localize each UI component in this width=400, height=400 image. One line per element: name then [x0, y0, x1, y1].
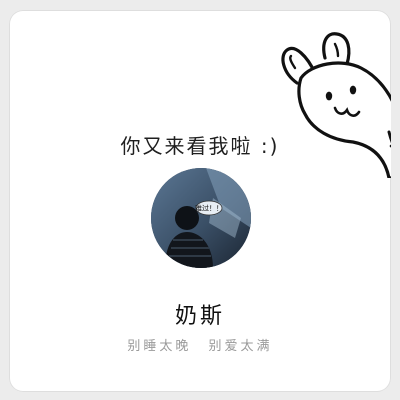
- profile-name: 奶斯: [174, 304, 225, 329]
- page-background: 你又来看我啦 :) 难过！！ 奶斯 别睡太晚 别爱太满: [0, 0, 400, 400]
- avatar-photo: 难过！！: [151, 168, 251, 268]
- avatar[interactable]: 难过！！: [151, 168, 251, 268]
- avatar-bubble-text: 难过！！: [195, 204, 223, 213]
- greeting-text: 你又来看我啦 :): [120, 134, 280, 158]
- profile-motto: 别睡太晚 别爱太满: [127, 339, 273, 354]
- profile-card: 你又来看我啦 :) 难过！！ 奶斯 别睡太晚 别爱太满: [9, 10, 391, 392]
